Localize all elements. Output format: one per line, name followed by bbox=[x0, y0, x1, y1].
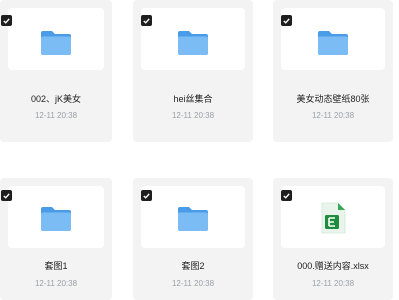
file-card[interactable]: hei丝集合 12-11 20:38 bbox=[133, 0, 253, 142]
file-card[interactable]: 套图2 12-11 20:38 bbox=[133, 178, 253, 300]
file-date: 12-11 20:38 bbox=[171, 279, 215, 288]
checkbox-checked[interactable] bbox=[1, 15, 12, 26]
file-thumbnail bbox=[281, 8, 385, 70]
folder-icon bbox=[40, 30, 72, 61]
file-name: 美女动态壁纸80张 bbox=[296, 94, 370, 104]
folder-icon bbox=[177, 30, 209, 61]
file-name: 000.赠送内容.xlsx bbox=[297, 261, 369, 271]
excel-file-icon bbox=[320, 202, 346, 239]
file-name: 套图1 bbox=[44, 261, 68, 271]
file-date: 12-11 20:38 bbox=[34, 279, 78, 288]
file-thumbnail bbox=[8, 8, 104, 70]
folder-icon bbox=[317, 30, 349, 61]
file-date: 12-11 20:38 bbox=[171, 111, 215, 120]
checkbox-checked[interactable] bbox=[141, 190, 152, 201]
checkbox-checked[interactable] bbox=[141, 15, 152, 26]
checkbox-checked[interactable] bbox=[281, 190, 292, 201]
checkbox-checked[interactable] bbox=[281, 15, 292, 26]
checkbox-checked[interactable] bbox=[1, 190, 12, 201]
file-date: 12-11 20:38 bbox=[311, 111, 355, 120]
file-card[interactable]: 002、jK美女 12-11 20:38 bbox=[0, 0, 112, 142]
file-thumbnail bbox=[141, 8, 245, 70]
folder-icon bbox=[177, 206, 209, 237]
file-card[interactable]: 美女动态壁纸80张 12-11 20:38 bbox=[273, 0, 393, 142]
folder-icon bbox=[40, 206, 72, 237]
file-name: 002、jK美女 bbox=[30, 94, 82, 104]
file-name: hei丝集合 bbox=[173, 94, 213, 104]
file-date: 12-11 20:38 bbox=[311, 279, 355, 288]
file-thumbnail bbox=[8, 186, 104, 248]
file-name: 套图2 bbox=[181, 261, 205, 271]
file-date: 12-11 20:38 bbox=[34, 111, 78, 120]
file-thumbnail bbox=[281, 186, 385, 248]
file-thumbnail bbox=[141, 186, 245, 248]
file-card[interactable]: 套图1 12-11 20:38 bbox=[0, 178, 112, 300]
file-card[interactable]: 000.赠送内容.xlsx 12-11 20:38 bbox=[273, 178, 393, 300]
